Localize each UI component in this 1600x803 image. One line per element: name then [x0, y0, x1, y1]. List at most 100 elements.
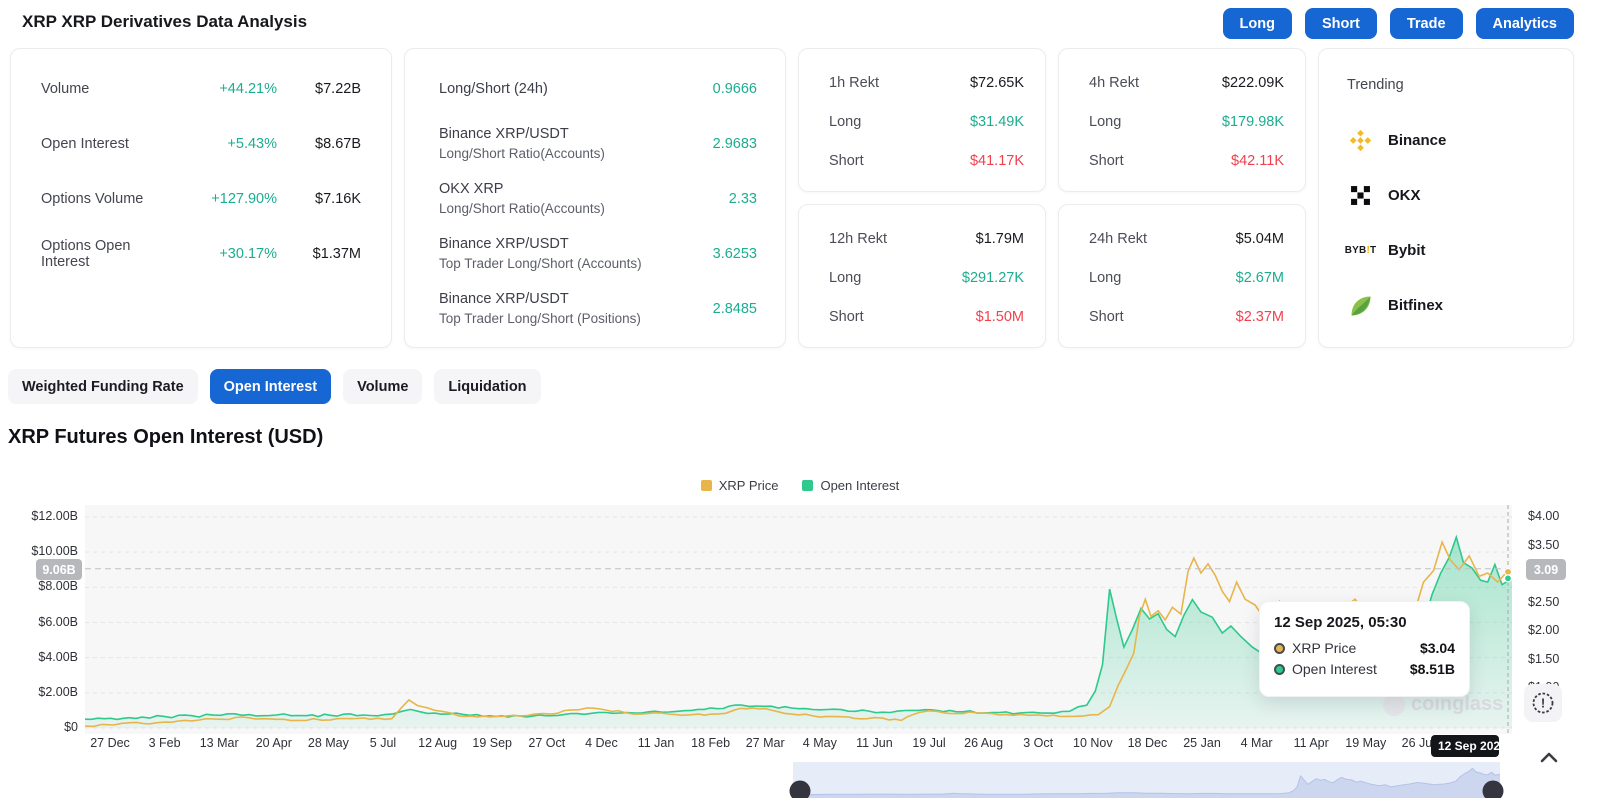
stats-label: Open Interest: [41, 136, 181, 152]
rekt-row-value: $31.49K: [970, 114, 1024, 130]
ratio-sublabel: Top Trader Long/Short (Accounts): [439, 256, 713, 271]
chart-legend: XRP Price Open Interest: [0, 478, 1600, 493]
rekt-row-value: $2.37M: [1236, 309, 1284, 325]
rekt-row-long: Long$179.98K: [1089, 102, 1284, 141]
x-axis-label: 3 Feb: [149, 736, 181, 750]
rekt-row-value: $2.67M: [1236, 270, 1284, 286]
stats-change: +30.17%: [181, 246, 277, 262]
rekt-row-short: Short$1.50M: [829, 297, 1024, 336]
y-axis-label-left: $10.00B: [0, 544, 78, 558]
rekt-row-label: Long: [829, 114, 861, 130]
header-actions: Long Short Trade Analytics: [1223, 8, 1574, 39]
x-axis-label: 19 May: [1345, 736, 1386, 750]
ratio-value: 2.8485: [713, 301, 757, 317]
rekt-total-value: $1.79M: [976, 231, 1024, 247]
trending-item-bitfinex[interactable]: Bitfinex: [1347, 278, 1555, 333]
tab-open-interest[interactable]: Open Interest: [210, 369, 331, 404]
ratio-labels: OKX XRPLong/Short Ratio(Accounts): [439, 181, 729, 216]
rekt-title-row: 1h Rekt$72.65K: [829, 63, 1024, 102]
page-title: XRP XRP Derivatives Data Analysis: [22, 12, 307, 32]
rekt-card-4h-rekt: 4h Rekt$222.09KLong$179.98KShort$42.11K: [1058, 48, 1306, 192]
ratio-sublabel: Long/Short Ratio(Accounts): [439, 201, 729, 216]
trending-item-label: Bybit: [1388, 242, 1426, 259]
chart-navigator[interactable]: [0, 762, 1600, 798]
bybit-icon: BYB!T: [1347, 237, 1374, 264]
svg-text:!: !: [1541, 696, 1545, 711]
alert-icon: !: [1530, 690, 1556, 716]
stats-value: $7.16K: [277, 191, 361, 207]
legend-item-open-interest[interactable]: Open Interest: [802, 478, 899, 493]
rekt-row-long: Long $31.49K: [829, 102, 1024, 141]
rekt-card-1h-rekt: 1h Rekt$72.65K Long $31.49K Short$41.17K: [798, 48, 1046, 192]
stats-row: Open Interest+5.43%$8.67B: [41, 116, 361, 171]
ratio-row: Binance XRP/USDTLong/Short Ratio(Account…: [439, 116, 757, 171]
collapse-navigator-button[interactable]: [1537, 745, 1561, 769]
chart-section-title: XRP Futures Open Interest (USD): [8, 426, 323, 449]
trending-title: Trending: [1347, 77, 1555, 93]
stats-label: Volume: [41, 81, 181, 97]
stats-change: +44.21%: [181, 81, 277, 97]
rekt-row-short: Short$41.17K: [829, 141, 1024, 180]
trending-item-okx[interactable]: OKX: [1347, 168, 1555, 223]
x-axis-label: 12 Aug: [418, 736, 457, 750]
alert-button[interactable]: !: [1524, 684, 1562, 722]
trending-item-label: Bitfinex: [1388, 297, 1443, 314]
ratio-labels: Binance XRP/USDTTop Trader Long/Short (A…: [439, 236, 713, 271]
chevron-up-icon: [1540, 751, 1558, 763]
ratio-value: 2.33: [729, 191, 757, 207]
x-axis-label: 27 Dec: [90, 736, 130, 750]
tooltip-series-label: Open Interest: [1292, 661, 1410, 677]
navigator-canvas[interactable]: [0, 762, 1600, 798]
market-stats-card: Volume+44.21%$7.22BOpen Interest+5.43%$8…: [10, 48, 392, 348]
x-axis-label: 20 Apr: [256, 736, 292, 750]
rekt-total-value: $5.04M: [1236, 231, 1284, 247]
y-axis-label-right: $2.00: [1528, 623, 1559, 637]
rekt-row-long: Long$291.27K: [829, 258, 1024, 297]
stats-label: Options Open Interest: [41, 238, 181, 270]
x-axis-label: 13 Mar: [200, 736, 239, 750]
header-button-trade[interactable]: Trade: [1390, 8, 1463, 39]
x-axis-label: 4 Mar: [1241, 736, 1273, 750]
rekt-total-value: $222.09K: [1222, 75, 1284, 91]
rekt-title-row: 4h Rekt$222.09K: [1089, 63, 1284, 102]
trending-item-binance[interactable]: Binance: [1347, 113, 1555, 168]
header-button-long[interactable]: Long: [1223, 8, 1292, 39]
ratio-value: 3.6253: [713, 246, 757, 262]
x-axis-label: 19 Sep: [472, 736, 512, 750]
ratio-sublabel: Top Trader Long/Short (Positions): [439, 311, 713, 326]
series-dot-icon: [1274, 643, 1285, 654]
current-price-badge: 3.09: [1526, 559, 1566, 580]
rekt-row-label: Short: [829, 153, 864, 169]
chart-tooltip: 12 Sep 2025, 05:30 XRP Price$3.04Open In…: [1259, 601, 1470, 697]
tab-volume[interactable]: Volume: [343, 369, 422, 404]
rekt-row-short: Short$42.11K: [1089, 141, 1284, 180]
x-axis-label: 3 Oct: [1023, 736, 1053, 750]
trending-list: BinanceOKX BYB!T Bybit Bitfinex: [1347, 113, 1555, 333]
tooltip-row: Open Interest$8.51B: [1274, 661, 1455, 677]
x-axis-label: 11 Jan: [638, 736, 675, 750]
x-axis-label: 25 Jan: [1183, 736, 1221, 750]
derivatives-dashboard: XRP XRP Derivatives Data Analysis Long Sh…: [0, 0, 1600, 798]
y-axis-label-right: $4.00: [1528, 509, 1559, 523]
x-axis-label: 26 Aug: [964, 736, 1003, 750]
trending-item-bybit[interactable]: BYB!T Bybit: [1347, 223, 1555, 278]
x-axis-label: 18 Feb: [691, 736, 730, 750]
header-button-short[interactable]: Short: [1305, 8, 1377, 39]
current-open-interest-badge: 9.06B: [36, 559, 82, 580]
tab-liquidation[interactable]: Liquidation: [434, 369, 540, 404]
rekt-title-row: 24h Rekt$5.04M: [1089, 219, 1284, 258]
rekt-period-label: 1h Rekt: [829, 75, 879, 91]
x-axis-label: 18 Dec: [1128, 736, 1168, 750]
stats-value: $1.37M: [277, 246, 361, 262]
legend-item-xrp-price[interactable]: XRP Price: [701, 478, 779, 493]
stats-change: +5.43%: [181, 136, 277, 152]
rekt-title-row: 12h Rekt$1.79M: [829, 219, 1024, 258]
ratio-row: Binance XRP/USDTTop Trader Long/Short (A…: [439, 226, 757, 281]
tab-weighted-funding-rate[interactable]: Weighted Funding Rate: [8, 369, 198, 404]
x-axis-label: 28 May: [308, 736, 349, 750]
rekt-row-label: Short: [829, 309, 864, 325]
tooltip-rows: XRP Price$3.04Open Interest$8.51B: [1274, 640, 1455, 677]
rekt-row-long: Long$2.67M: [1089, 258, 1284, 297]
tooltip-timestamp: 12 Sep 2025, 05:30: [1274, 614, 1455, 631]
header-button-analytics[interactable]: Analytics: [1476, 8, 1574, 39]
